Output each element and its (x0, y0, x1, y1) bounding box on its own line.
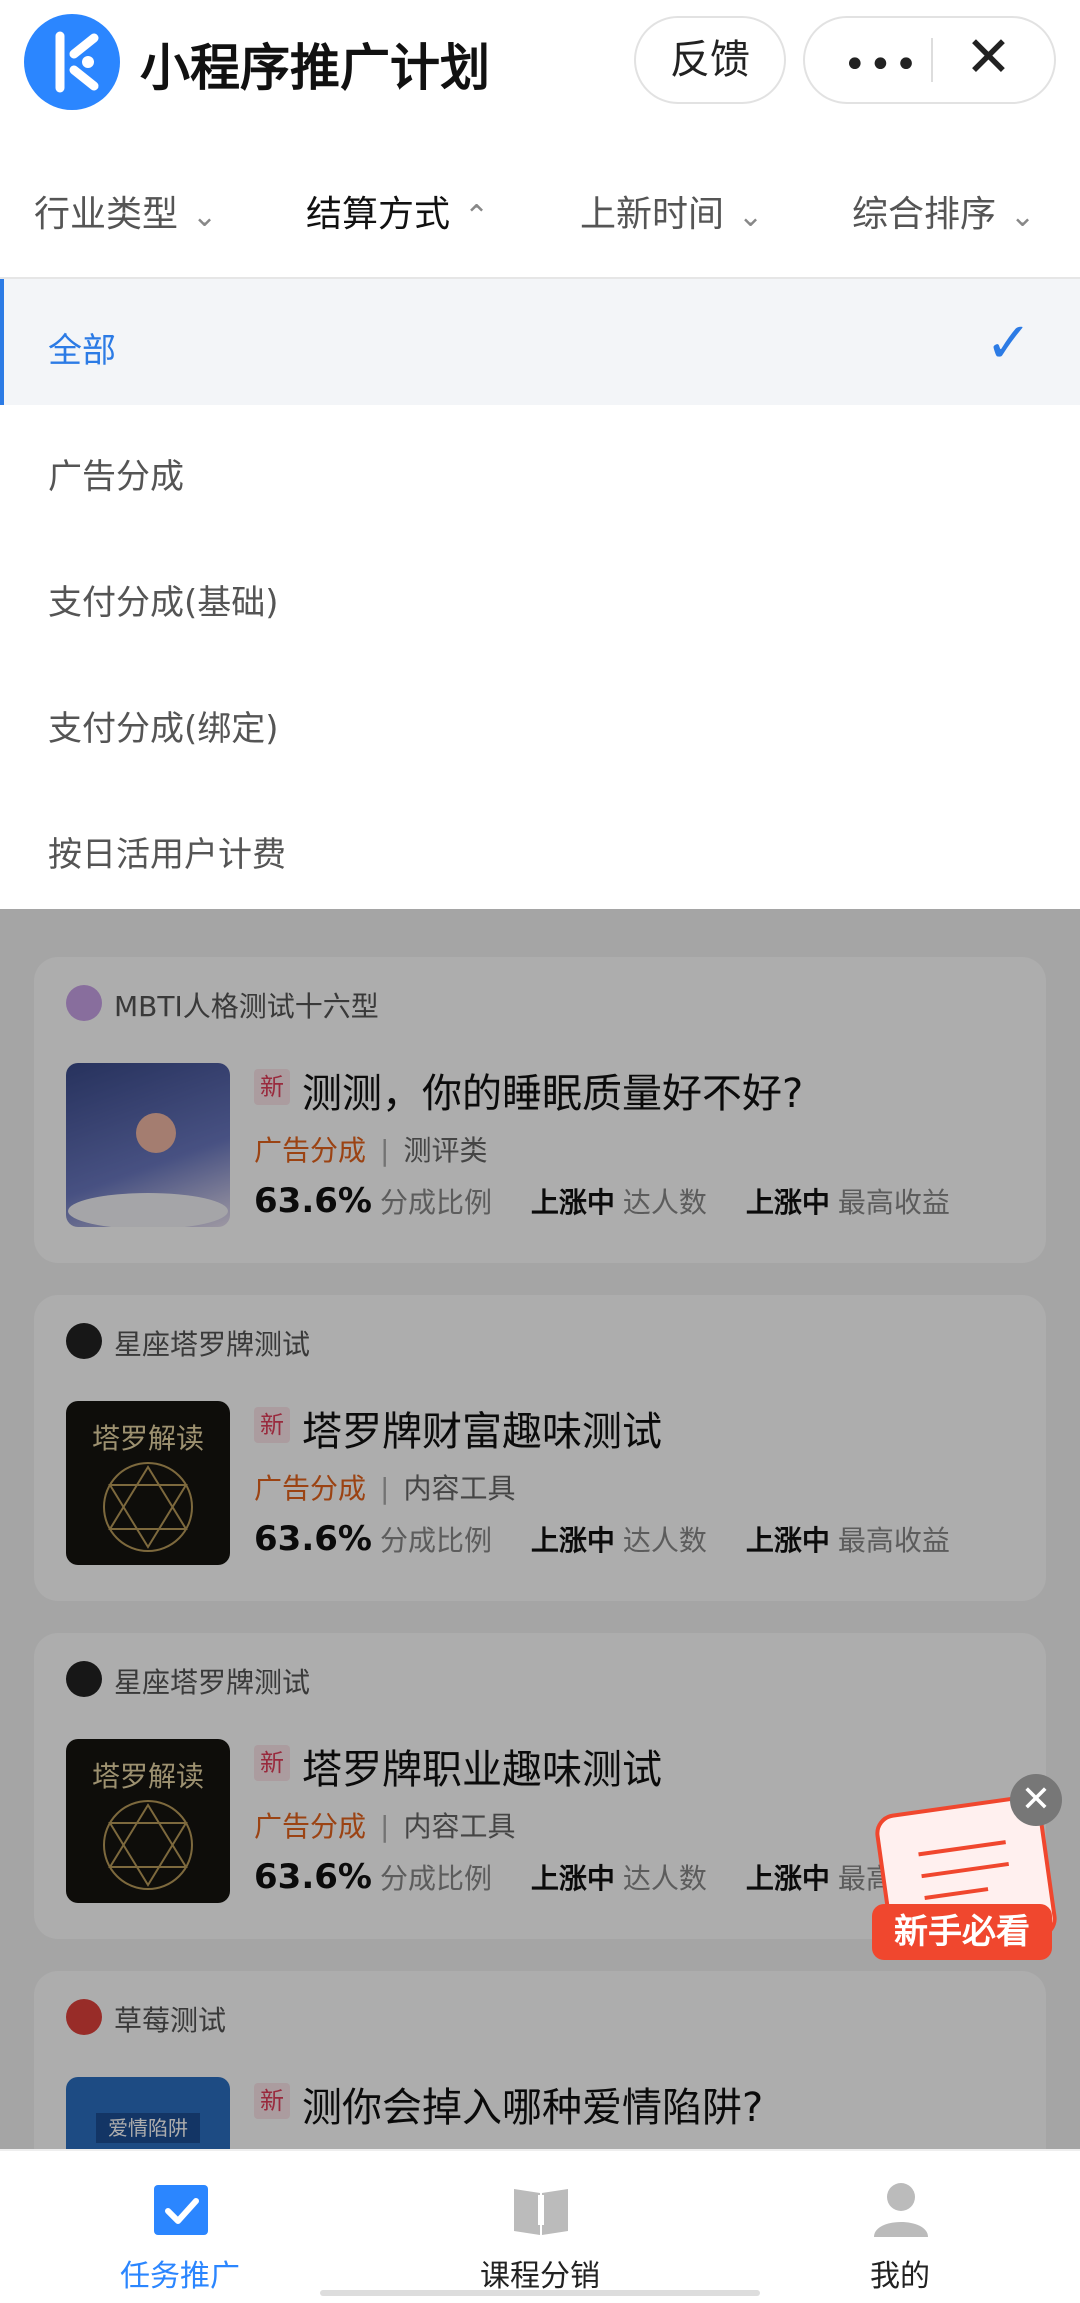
chevron-down-icon: ⌄ (192, 199, 218, 234)
tab-mine[interactable]: 我的 (720, 2151, 1080, 2303)
option-label: 广告分成 (48, 457, 184, 497)
feedback-button[interactable]: 反馈 (634, 16, 786, 104)
filter-label: 上新时间 (580, 194, 725, 235)
capsule-divider (931, 38, 933, 82)
tab-label: 我的 (870, 2259, 930, 2294)
promo-label: 新手必看 (872, 1904, 1052, 1960)
tab-course-distribution[interactable]: 课程分销 (360, 2151, 720, 2303)
option-label: 支付分成(基础) (48, 583, 279, 623)
filter-new-time[interactable]: 上新时间 ⌄ (580, 185, 763, 237)
filter-bar: 行业类型 ⌄ 结算方式 ⌃ 上新时间 ⌄ 综合排序 ⌄ (0, 125, 1080, 279)
option-ad-share[interactable]: 广告分成 (0, 405, 1080, 531)
tab-label: 课程分销 (480, 2259, 600, 2294)
filter-label: 结算方式 (306, 194, 451, 235)
option-label: 按日活用户计费 (48, 835, 286, 875)
option-dau-billing[interactable]: 按日活用户计费 (0, 783, 1080, 909)
close-icon[interactable]: ✕ (965, 30, 1012, 86)
chevron-up-icon: ⌃ (464, 199, 490, 234)
more-options-icon[interactable]: ••• (843, 42, 920, 88)
filter-label: 行业类型 (34, 194, 179, 235)
tab-label: 任务推广 (120, 2259, 240, 2294)
task-check-icon (154, 2185, 208, 2235)
chevron-down-icon: ⌄ (1010, 199, 1036, 234)
app-header: 小程序推广计划 反馈 ••• ✕ (0, 0, 1080, 125)
filter-label: 综合排序 (852, 194, 997, 235)
option-pay-share-bound[interactable]: 支付分成(绑定) (0, 657, 1080, 783)
promo-close-icon[interactable]: ✕ (1010, 1774, 1062, 1826)
option-label: 支付分成(绑定) (48, 709, 279, 749)
chevron-down-icon: ⌄ (738, 199, 764, 234)
option-all[interactable]: 全部 ✓ (0, 279, 1080, 405)
check-icon: ✓ (985, 311, 1032, 376)
filter-industry[interactable]: 行业类型 ⌄ (34, 185, 217, 237)
filter-settlement[interactable]: 结算方式 ⌃ (306, 185, 489, 237)
book-icon (514, 2189, 568, 2235)
user-icon (874, 2183, 928, 2237)
settlement-dropdown: 全部 ✓ 广告分成 支付分成(基础) 支付分成(绑定) 按日活用户计费 (0, 279, 1080, 909)
bottom-tab-bar: 任务推广 课程分销 我的 (0, 2149, 1080, 2303)
miniapp-logo-icon (24, 14, 120, 110)
capsule-menu: ••• ✕ (803, 16, 1056, 104)
option-label: 全部 (48, 331, 116, 371)
filter-sort[interactable]: 综合排序 ⌄ (852, 185, 1035, 237)
home-indicator[interactable] (320, 2290, 760, 2296)
option-pay-share-basic[interactable]: 支付分成(基础) (0, 531, 1080, 657)
selected-indicator (0, 279, 4, 405)
page-title: 小程序推广计划 (140, 39, 490, 97)
tab-task-promotion[interactable]: 任务推广 (0, 2151, 360, 2303)
